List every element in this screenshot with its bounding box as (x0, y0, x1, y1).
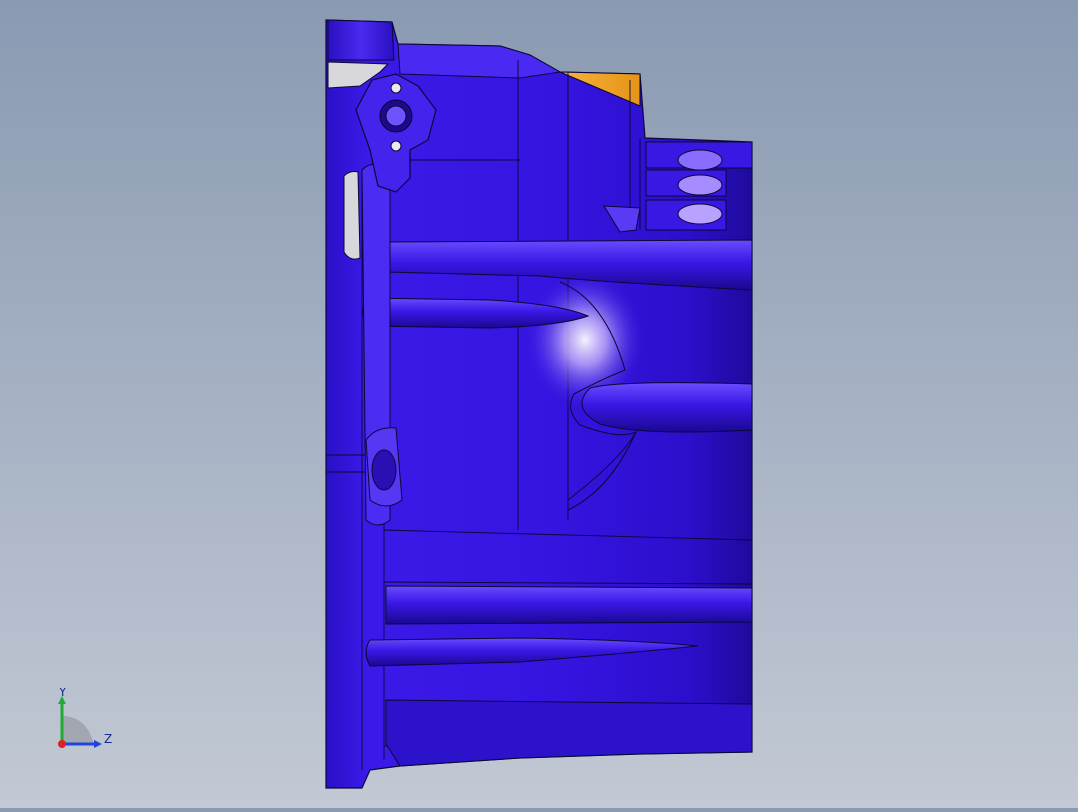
top-flange (327, 19, 395, 61)
bolt-hole-bottom (390, 140, 402, 152)
side-boss (365, 427, 403, 507)
cut-face-slot (343, 171, 361, 260)
y-axis-label: Y (58, 688, 67, 699)
housing-model[interactable] (0, 0, 1078, 808)
cad-3d-viewport[interactable]: Y Z (0, 0, 1078, 808)
z-axis-label: Z (104, 732, 112, 746)
bolt-hole-top (390, 82, 402, 94)
bottom-skirt (385, 699, 753, 767)
x-axis-dot (58, 740, 66, 748)
rib-lower-wide (385, 585, 753, 625)
coordinate-triad: Y Z (52, 685, 122, 754)
top-ledge (397, 43, 562, 79)
rib-middle (581, 382, 753, 433)
